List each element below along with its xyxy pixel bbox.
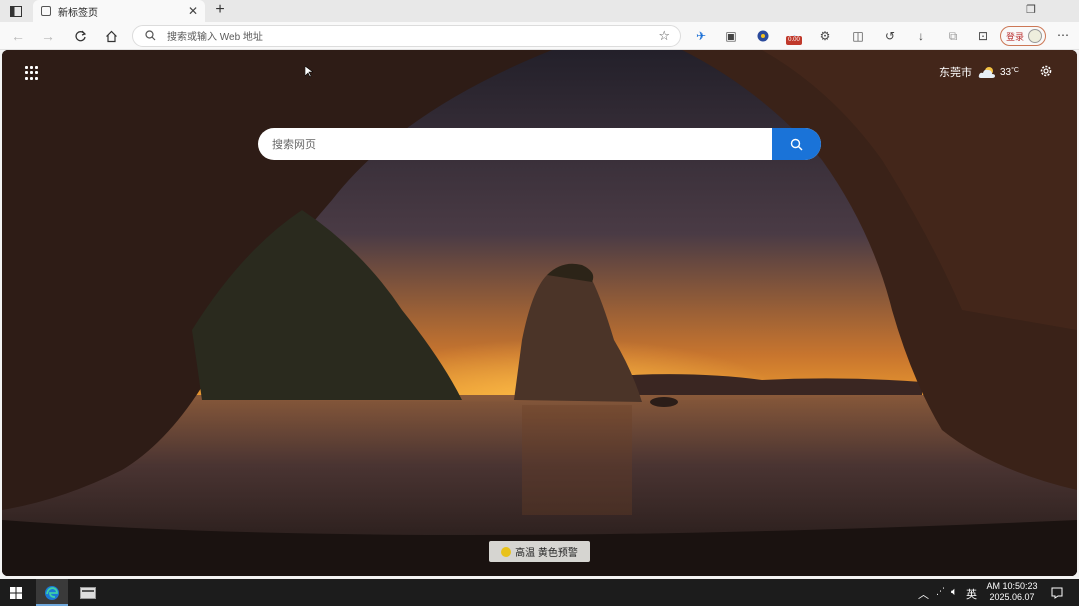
windows-start-icon[interactable] bbox=[6, 579, 26, 606]
browser-toolbar: ← → ☆ ✈ ▣ ☁ ⚙ ◫ ↺ ↓ ⧉ ⊡ bbox=[0, 22, 1079, 50]
extension-circle-icon[interactable] bbox=[754, 27, 772, 45]
ime-indicator[interactable]: 英 bbox=[966, 586, 977, 602]
clock-time: AM 10:50:23 bbox=[986, 581, 1038, 591]
cloud-icon bbox=[978, 66, 995, 78]
tab-page-icon bbox=[41, 6, 51, 16]
volume-icon[interactable]: 🔈︎ bbox=[951, 586, 958, 599]
profile-label: 登录 bbox=[1006, 31, 1025, 42]
restore-icon[interactable]: ❐ bbox=[1021, 3, 1041, 16]
network-icon[interactable]: ⋰ bbox=[936, 586, 945, 597]
taskbar: ︿ ⋰ 🔈︎ 英 AM 10:50:23 2025.06.07 bbox=[0, 579, 1079, 606]
star-icon[interactable]: ☆ bbox=[658, 28, 670, 44]
home-icon[interactable] bbox=[101, 26, 121, 46]
more-icon[interactable]: ⋯ bbox=[1057, 28, 1069, 42]
gear-icon[interactable] bbox=[1039, 64, 1053, 78]
close-icon[interactable]: ✕ bbox=[188, 4, 198, 18]
weather-city: 东莞市 bbox=[939, 67, 972, 79]
weather-temperature: 33 bbox=[1000, 66, 1012, 78]
forward-icon[interactable]: → bbox=[38, 26, 58, 46]
clock-date: 2025.06.07 bbox=[989, 592, 1035, 602]
chevron-up-icon[interactable]: ︿ bbox=[918, 586, 929, 602]
warning-icon bbox=[501, 546, 512, 557]
tab-title: 新标签页 bbox=[58, 7, 98, 19]
web-search-box[interactable] bbox=[258, 128, 821, 160]
system-clock[interactable]: AM 10:50:23 2025.06.07 bbox=[982, 581, 1042, 603]
new-tab-page: 东莞市 33 °C 高温 黄色预警 bbox=[2, 50, 1077, 576]
tab-strip: 新标签页 ✕ + ❐ bbox=[0, 0, 1079, 22]
extension-icon[interactable]: ✈ bbox=[692, 27, 710, 45]
translate-icon[interactable]: ▣ bbox=[722, 27, 740, 45]
weather-unit: °C bbox=[1011, 66, 1019, 74]
weather-alert-text: 高温 黄色预警 bbox=[515, 548, 578, 559]
profile-button[interactable]: 登录 bbox=[1000, 26, 1046, 46]
search-icon bbox=[145, 30, 156, 41]
split-screen-icon[interactable]: ◫ bbox=[849, 27, 867, 45]
mouse-cursor-icon bbox=[305, 66, 313, 78]
download-icon[interactable]: ↓ bbox=[912, 27, 930, 45]
collections-icon[interactable]: ⧉ bbox=[944, 27, 962, 45]
weather-widget[interactable]: 东莞市 33 °C bbox=[939, 64, 1019, 80]
apps-grid-icon[interactable] bbox=[25, 66, 39, 80]
plus-icon[interactable]: + bbox=[211, 1, 229, 19]
back-icon[interactable]: ← bbox=[8, 26, 28, 46]
screenshot-icon[interactable]: ⊡ bbox=[974, 27, 992, 45]
notification-icon[interactable] bbox=[1049, 579, 1065, 606]
address-bar[interactable]: ☆ bbox=[132, 25, 681, 47]
puzzle-icon[interactable]: ⚙ bbox=[816, 27, 834, 45]
tab-newtab[interactable]: 新标签页 ✕ bbox=[33, 0, 205, 22]
web-search-input[interactable] bbox=[270, 136, 754, 154]
edge-icon bbox=[42, 579, 62, 606]
address-input[interactable] bbox=[165, 28, 649, 46]
extension-badge: 0.00 bbox=[786, 36, 802, 45]
search-icon bbox=[790, 138, 803, 150]
weather-alert-banner[interactable]: 高温 黄色预警 bbox=[489, 541, 590, 562]
refresh-icon[interactable] bbox=[70, 26, 90, 46]
avatar bbox=[1028, 29, 1043, 43]
history-icon[interactable]: ↺ bbox=[881, 27, 899, 45]
sidebar-icon[interactable] bbox=[7, 3, 25, 19]
search-button[interactable] bbox=[772, 128, 821, 160]
taskbar-app-icon[interactable] bbox=[78, 579, 98, 606]
